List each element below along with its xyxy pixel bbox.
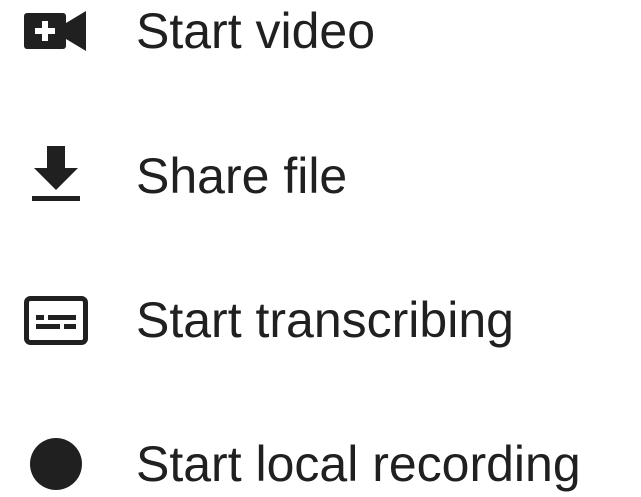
share-file-menu-item[interactable]: Share file bbox=[0, 131, 641, 221]
video-plus-icon bbox=[20, 0, 92, 63]
record-circle-icon bbox=[20, 432, 92, 496]
start-video-label: Start video bbox=[136, 3, 376, 59]
meeting-actions-menu: Start video Share file Start transcribin… bbox=[0, 0, 641, 497]
start-transcribing-label: Start transcribing bbox=[136, 292, 514, 348]
subtitles-icon bbox=[20, 288, 92, 352]
start-local-recording-menu-item[interactable]: Start local recording bbox=[0, 419, 641, 497]
start-local-recording-label: Start local recording bbox=[136, 436, 581, 492]
download-icon bbox=[20, 144, 92, 208]
start-video-menu-item[interactable]: Start video bbox=[0, 0, 641, 76]
start-transcribing-menu-item[interactable]: Start transcribing bbox=[0, 275, 641, 365]
share-file-label: Share file bbox=[136, 148, 348, 204]
